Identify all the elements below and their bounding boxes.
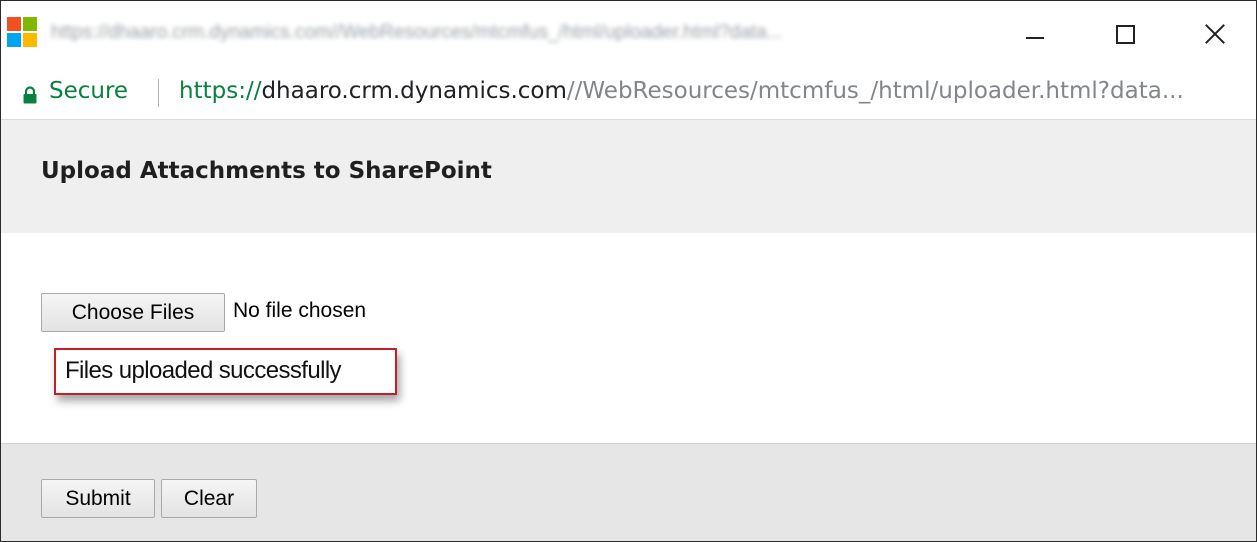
close-button[interactable] (1184, 9, 1246, 59)
window-title: https://dhaaro.crm.dynamics.com//WebReso… (51, 22, 783, 43)
minimize-button[interactable] (1004, 9, 1066, 59)
choose-files-button[interactable]: Choose Files (41, 293, 225, 332)
url-path: //WebResources/mtcmfus_/html/uploader.ht… (566, 78, 1184, 104)
close-icon (1204, 23, 1226, 45)
url-host: dhaaro.crm.dynamics.com (261, 78, 567, 104)
browser-popup-window: https://dhaaro.crm.dynamics.com//WebReso… (0, 0, 1257, 542)
submit-button[interactable]: Submit (41, 479, 155, 518)
address-separator (158, 79, 159, 107)
title-bar: https://dhaaro.crm.dynamics.com//WebReso… (1, 1, 1256, 67)
file-chosen-status: No file chosen (233, 299, 367, 322)
minimize-icon (1026, 37, 1044, 39)
microsoft-logo-icon (7, 17, 37, 47)
url-text[interactable]: https://dhaaro.crm.dynamics.com//WebReso… (179, 78, 1184, 104)
upload-status-message: Files uploaded successfully (65, 357, 342, 384)
secure-label: Secure (49, 78, 129, 104)
page-title: Upload Attachments to SharePoint (41, 158, 492, 184)
lock-icon (23, 86, 37, 104)
maximize-button[interactable] (1094, 9, 1156, 59)
url-scheme: https:// (179, 78, 262, 104)
clear-button[interactable]: Clear (161, 479, 257, 518)
maximize-icon (1115, 24, 1135, 44)
